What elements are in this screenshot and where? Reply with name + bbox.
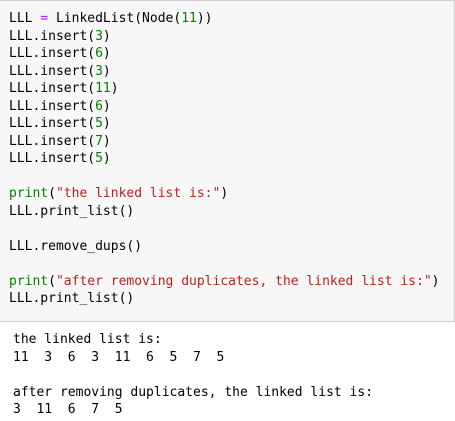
- code-line-insert: LLL.insert(3): [9, 63, 439, 81]
- code-token: ): [102, 46, 111, 61]
- code-token: ): [102, 151, 111, 166]
- code-token: LLL.insert(: [9, 81, 96, 96]
- code-line-insert: LLL.insert(5): [9, 115, 439, 133]
- code-token: ): [102, 28, 111, 44]
- code-token: ): [102, 63, 111, 79]
- code-token: LLL.insert(: [9, 116, 96, 131]
- code-token: LinkedList(Node(: [55, 11, 182, 26]
- code-token: (: [48, 273, 56, 289]
- code-cell-input[interactable]: LLL = LinkedList(Node(11)) LLL.insert(3)…: [0, 0, 455, 322]
- string-literal: "after removing duplicates, the linked l…: [55, 273, 432, 289]
- number-literal: 7: [95, 133, 103, 149]
- code-line-print-list: LLL.print_list(): [9, 291, 135, 306]
- code-line-print: print("after removing duplicates, the li…: [9, 273, 439, 291]
- output-line: the linked list is:: [13, 332, 162, 347]
- cell-output: the linked list is: 11 3 6 3 11 6 5 7 5 …: [13, 331, 373, 419]
- code-line-insert: LLL.insert(6): [9, 45, 439, 63]
- number-literal: 5: [95, 116, 103, 131]
- code-line-insert: LLL.insert(5): [9, 150, 439, 168]
- code-token: LLL.insert(: [9, 46, 96, 61]
- code-token: LLL.insert(: [9, 133, 96, 149]
- code-line-insert: LLL.insert(7): [9, 133, 439, 151]
- code-token: LLL.insert(: [9, 28, 96, 44]
- number-literal: 11: [95, 81, 111, 96]
- assignment-operator: =: [40, 11, 49, 26]
- code-token: (: [48, 186, 56, 201]
- code-line-insert: LLL.insert(11): [9, 80, 439, 98]
- output-line: 11 3 6 3 11 6 5 7 5: [13, 349, 225, 365]
- number-literal: 5: [95, 151, 103, 166]
- number-literal: 3: [95, 63, 103, 79]
- code-line-insert: LLL.insert(6): [9, 98, 439, 116]
- code-line-remove-dups: LLL.remove_dups(): [9, 238, 143, 254]
- code-token: LLL.insert(: [9, 151, 96, 166]
- code-token: LLL.insert(: [9, 98, 96, 114]
- code-token: ): [102, 133, 111, 149]
- number-literal: 3: [95, 28, 103, 44]
- output-blank-line: [13, 366, 373, 384]
- output-line: after removing duplicates, the linked li…: [13, 384, 374, 400]
- print-keyword: print: [9, 186, 49, 201]
- code-token: )): [196, 11, 213, 26]
- code-line-print-list: LLL.print_list(): [9, 203, 135, 219]
- output-line: 3 11 6 7 5: [13, 402, 123, 417]
- code-token: ): [110, 81, 119, 96]
- code-token: LLL: [9, 11, 33, 26]
- string-literal: "the linked list is:": [55, 186, 221, 201]
- number-literal: 11: [181, 11, 197, 26]
- code-token: ): [102, 98, 111, 114]
- code-token: ): [102, 116, 111, 131]
- code-token: ): [220, 186, 229, 201]
- code-line-print: print("the linked list is:"): [9, 185, 439, 203]
- number-literal: 6: [95, 46, 103, 61]
- code-token: ): [431, 273, 440, 289]
- number-literal: 6: [95, 98, 103, 114]
- code-line-linkedlist: LLL = LinkedList(Node(11)): [9, 10, 439, 28]
- code-editor[interactable]: LLL = LinkedList(Node(11)) LLL.insert(3)…: [9, 10, 439, 308]
- print-keyword: print: [9, 273, 49, 289]
- code-line-insert: LLL.insert(3): [9, 28, 439, 46]
- code-token: LLL.insert(: [9, 63, 96, 79]
